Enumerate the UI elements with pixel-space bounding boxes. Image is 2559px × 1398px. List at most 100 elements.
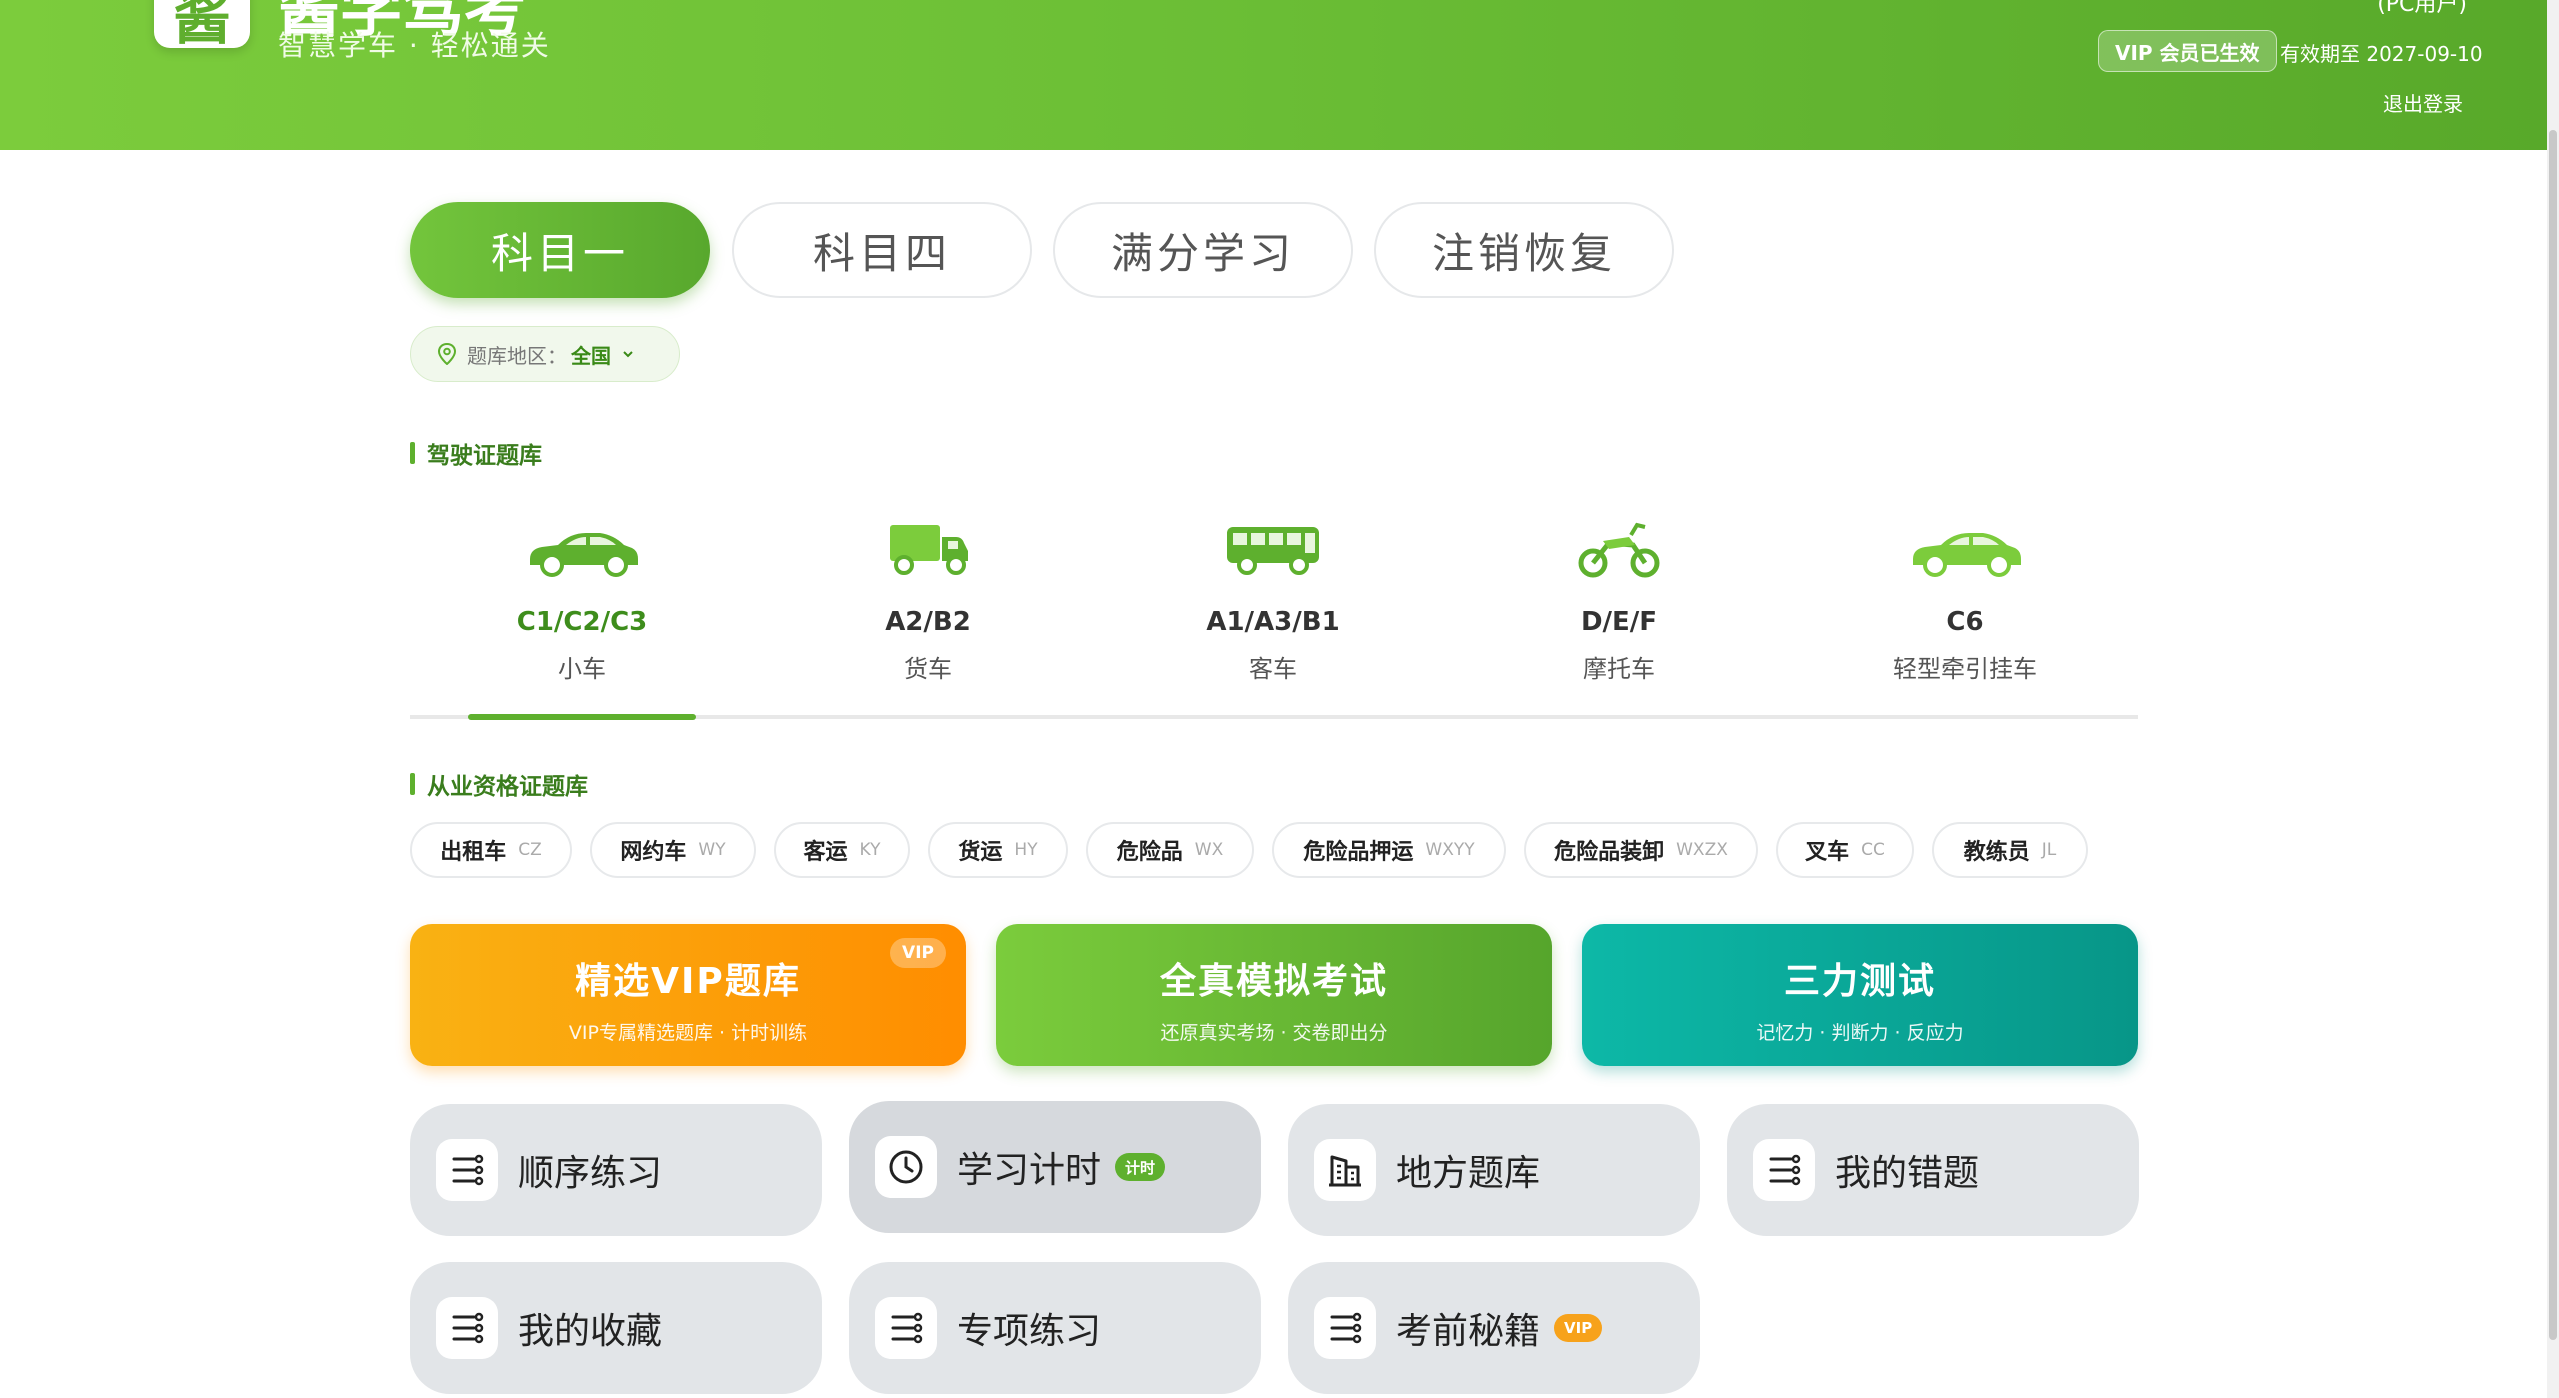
tile-label: 考前秘籍 [1396,1311,1541,1352]
vehicle-item-c1[interactable]: C1/C2/C3 小车 [462,515,702,695]
app-logo[interactable]: 酱 [154,0,250,48]
bus-icon [1227,527,1319,575]
list-icon [1769,1154,1801,1186]
chip-name: 危险品装卸 [1554,840,1665,865]
chip-hazmat-loading[interactable]: 危险品装卸 WXZX [1524,822,1758,878]
vip-badge: VIP [1554,1314,1603,1342]
chip-name: 危险品押运 [1303,840,1414,865]
brand-subtitle: 智慧学车 · 轻松通关 [278,29,551,62]
car-icon [1913,533,2021,577]
chip-freight[interactable]: 货运 HY [928,822,1068,878]
chip-code: KY [859,840,881,860]
scrollbar-track[interactable] [2547,0,2559,1398]
scrollbar-thumb[interactable] [2549,130,2557,1340]
tab-subject-one[interactable]: 科目一 [410,202,710,298]
chip-name: 危险品 [1116,840,1183,865]
region-selector[interactable]: 题库地区： 全国 [410,326,680,382]
section-title-text: 驾驶证题库 [427,443,542,469]
pc-user-label: (PC用户) [2377,0,2467,17]
tile-label: 地方题库 [1396,1153,1541,1194]
chip-instructor[interactable]: 教练员 JL [1932,822,2088,878]
tile-icon-box [875,1136,937,1198]
vip-status-badge: VIP 会员已生效 [2098,30,2277,72]
chip-forklift[interactable]: 叉车 CC [1776,822,1914,878]
vehicle-item-a2[interactable]: A2/B2 货车 [808,515,1048,695]
clock-icon [889,1150,923,1184]
section-title-text: 从业资格证题库 [427,774,588,800]
chip-name: 网约车 [620,840,687,865]
motorcycle-icon [1578,522,1660,578]
vehicle-item-d[interactable]: D/E/F 摩托车 [1499,515,1739,695]
feature-three-abilities-card[interactable]: 三力测试 记忆力 · 判断力 · 反应力 [1582,924,2138,1066]
car-icon [530,533,638,577]
feature-mock-exam-card[interactable]: 全真模拟考试 还原真实考场 · 交卷即出分 [996,924,1552,1066]
tile-my-mistakes[interactable]: 我的错题 [1727,1104,2139,1236]
feature-subtitle: 还原真实考场 · 交卷即出分 [1160,1022,1388,1044]
feature-title: 精选VIP题库 [575,961,801,1002]
tile-study-timer[interactable]: 学习计时 计时 [849,1101,1261,1233]
location-pin-icon [437,343,457,365]
section-title-qualification: 从业资格证题库 [410,767,588,801]
vehicle-name: 货车 [904,655,952,683]
chip-name: 客运 [803,840,848,865]
list-icon [452,1154,484,1186]
tab-full-score[interactable]: 满分学习 [1053,202,1353,298]
logo-glyph: 酱 [172,0,231,52]
vehicle-code: C6 [1946,607,1984,637]
chip-hazmat[interactable]: 危险品 WX [1086,822,1254,878]
chip-taxi[interactable]: 出租车 CZ [410,822,572,878]
chip-passenger[interactable]: 客运 KY [774,822,910,878]
tile-icon-box [1314,1139,1376,1201]
chip-code: WY [698,840,726,860]
list-icon [891,1312,923,1344]
tile-sequential-practice[interactable]: 顺序练习 [410,1104,822,1236]
tile-label: 顺序练习 [518,1153,663,1194]
timer-badge: 计时 [1115,1153,1166,1181]
vehicle-item-a1[interactable]: A1/A3/B1 客车 [1153,515,1393,695]
tile-icon-box [875,1297,937,1359]
chip-name: 货运 [958,840,1003,865]
tile-icon-box [436,1297,498,1359]
chip-code: CC [1861,840,1885,860]
chip-ride-hailing[interactable]: 网约车 WY [590,822,756,878]
tile-label: 专项练习 [957,1311,1102,1352]
chip-code: WX [1194,840,1224,860]
section-title-license: 驾驶证题库 [410,436,542,470]
vip-tag: VIP [890,938,946,968]
tab-cancel-restore[interactable]: 注销恢复 [1374,202,1674,298]
tab-subject-four[interactable]: 科目四 [732,202,1032,298]
tile-exam-tips[interactable]: 考前秘籍 VIP [1288,1262,1700,1394]
tile-icon-box [1753,1139,1815,1201]
vehicle-item-c6[interactable]: C6 轻型牵引挂车 [1845,515,2085,695]
chip-name: 叉车 [1805,840,1850,865]
tile-special-practice[interactable]: 专项练习 [849,1262,1261,1394]
feature-vip-bank-card[interactable]: VIP 精选VIP题库 VIP专属精选题库 · 计时训练 [410,924,966,1066]
list-icon [1330,1312,1362,1344]
tile-my-favorites[interactable]: 我的收藏 [410,1262,822,1394]
section-accent-bar [410,773,415,795]
tile-icon-box [1314,1297,1376,1359]
vehicle-name: 小车 [558,655,606,683]
chip-code: CZ [518,840,542,860]
vehicle-name: 摩托车 [1583,655,1655,683]
region-label: 题库地区： [467,343,567,368]
tile-label: 学习计时 [957,1150,1102,1191]
tile-local-bank[interactable]: 地方题库 [1288,1104,1700,1236]
building-icon [1329,1155,1361,1187]
tile-label: 我的错题 [1835,1153,1980,1194]
vehicle-name: 客车 [1249,655,1297,683]
list-icon [452,1312,484,1344]
feature-title: 全真模拟考试 [1159,961,1388,1002]
chip-code: WXYY [1425,840,1475,860]
vehicle-code: A2/B2 [885,607,971,637]
vehicle-code: D/E/F [1580,607,1658,637]
tile-label: 我的收藏 [518,1311,663,1352]
section-accent-bar [410,442,415,464]
vehicle-code: C1/C2/C3 [516,607,648,637]
vip-expiry-text: 有效期至 2027-09-10 [2280,42,2483,66]
chip-code: JL [2041,840,2057,860]
vehicle-tab-indicator [468,714,696,720]
feature-subtitle: VIP专属精选题库 · 计时训练 [568,1022,808,1044]
chip-hazmat-escort[interactable]: 危险品押运 WXYY [1272,822,1506,878]
logout-link[interactable]: 退出登录 [2383,88,2463,117]
